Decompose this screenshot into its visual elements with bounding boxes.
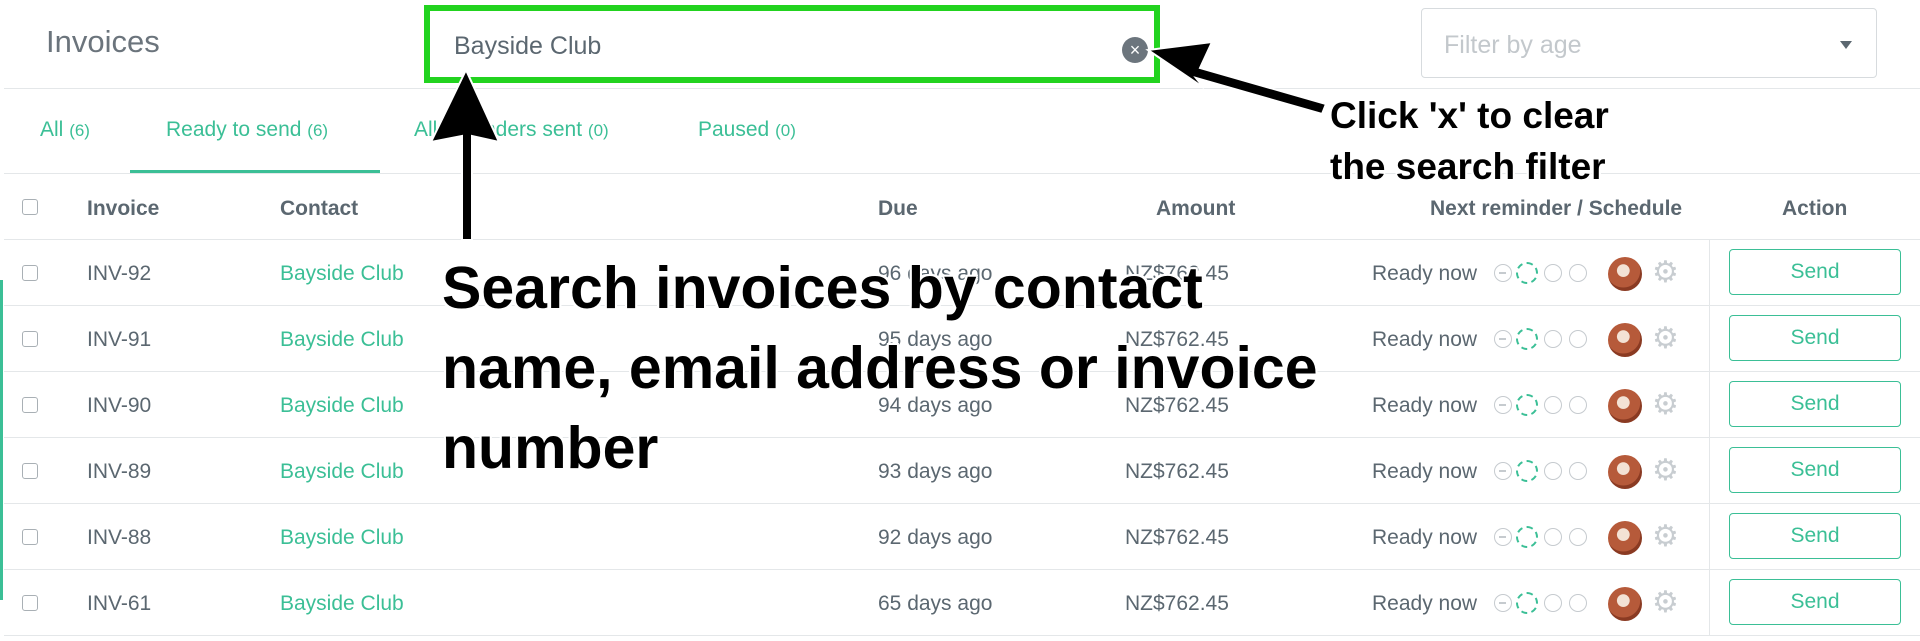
search-hint-text: Search invoices by contact name, email a… xyxy=(442,255,1318,481)
clear-hint-text: Click 'x' to clear the search filter xyxy=(1330,95,1609,187)
arrow-to-clear-button xyxy=(1145,40,1328,116)
search-hint-annotation: Search invoices by contact name, email a… xyxy=(442,248,1362,488)
arrow-up-to-search xyxy=(429,67,501,241)
clear-hint-annotation: Click 'x' to clear the search filter xyxy=(1330,90,1660,192)
